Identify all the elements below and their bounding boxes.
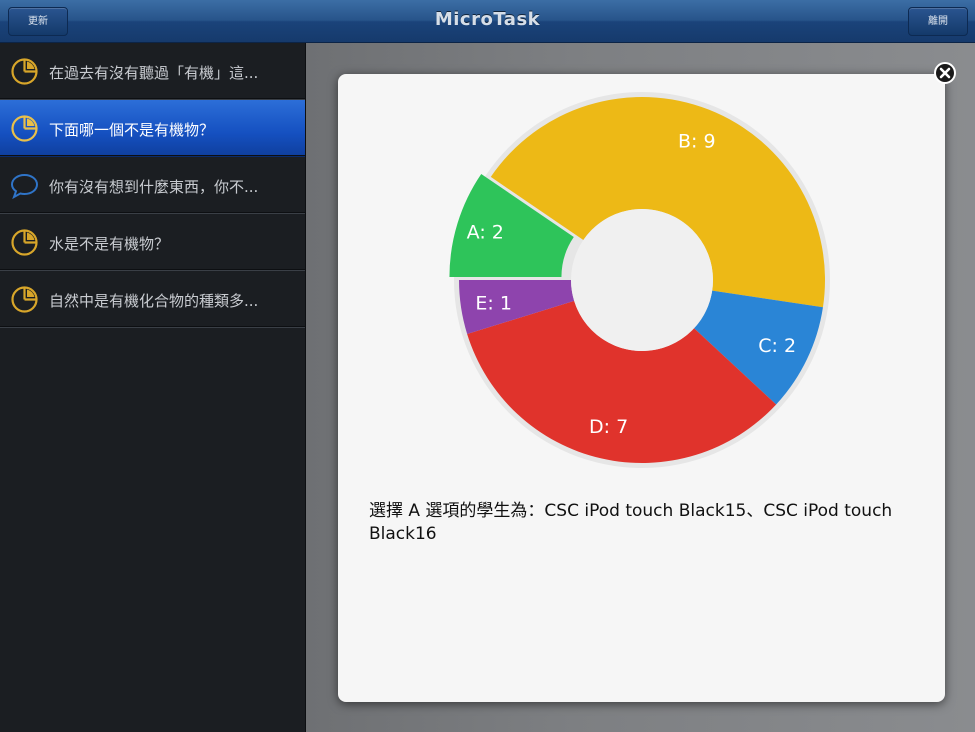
slice-label-b: B: 9 (678, 130, 716, 152)
pie-chart-icon (10, 57, 39, 86)
sidebar-item-task-1[interactable]: 在過去有沒有聽過「有機」這... (0, 43, 305, 100)
slice-label-c: C: 2 (758, 335, 796, 357)
sidebar-item-task-5[interactable]: 自然中是有機化合物的種類多... (0, 271, 305, 328)
speech-bubble-icon (10, 171, 39, 200)
logout-button[interactable]: 離開 (908, 7, 968, 36)
donut-hole (571, 209, 713, 351)
task-label: 水是不是有機物？ (49, 235, 170, 253)
close-icon (934, 62, 956, 84)
slice-label-d: D: 7 (589, 416, 628, 438)
task-label: 下面哪一個不是有機物？ (49, 121, 215, 139)
slice-label-a: A: 2 (467, 222, 504, 244)
close-button[interactable] (934, 62, 956, 84)
pie-chart-icon (10, 285, 39, 314)
pie-chart-icon (10, 228, 39, 257)
task-label: 在過去有沒有聽過「有機」這... (49, 64, 259, 82)
task-label: 自然中是有機化合物的種類多... (49, 292, 259, 310)
top-bar: 更新 MicroTask 離開 (0, 0, 975, 43)
donut-chart: A: 2 B: 9 C: 2 D: 7 E: 1 (449, 92, 830, 468)
sidebar-item-task-2[interactable]: 下面哪一個不是有機物？ (0, 100, 305, 157)
sidebar: 在過去有沒有聽過「有機」這... 下面哪一個不是有機物？ 你有沒有想到什麼東西，… (0, 43, 306, 732)
result-text: 選擇 A 選項的學生為：CSC iPod touch Black15、CSC i… (369, 501, 893, 544)
result-popup: A: 2 B: 9 C: 2 D: 7 E: 1 選擇 A 選項的學生為：CSC iPo… (338, 74, 945, 702)
pie-chart-icon (10, 114, 39, 143)
sidebar-item-task-3[interactable]: 你有沒有想到什麼東西，你不... (0, 157, 305, 214)
task-label: 你有沒有想到什麼東西，你不... (49, 178, 259, 196)
app-title: MicroTask (434, 9, 541, 30)
sidebar-item-task-4[interactable]: 水是不是有機物？ (0, 214, 305, 271)
slice-label-e: E: 1 (475, 292, 512, 314)
